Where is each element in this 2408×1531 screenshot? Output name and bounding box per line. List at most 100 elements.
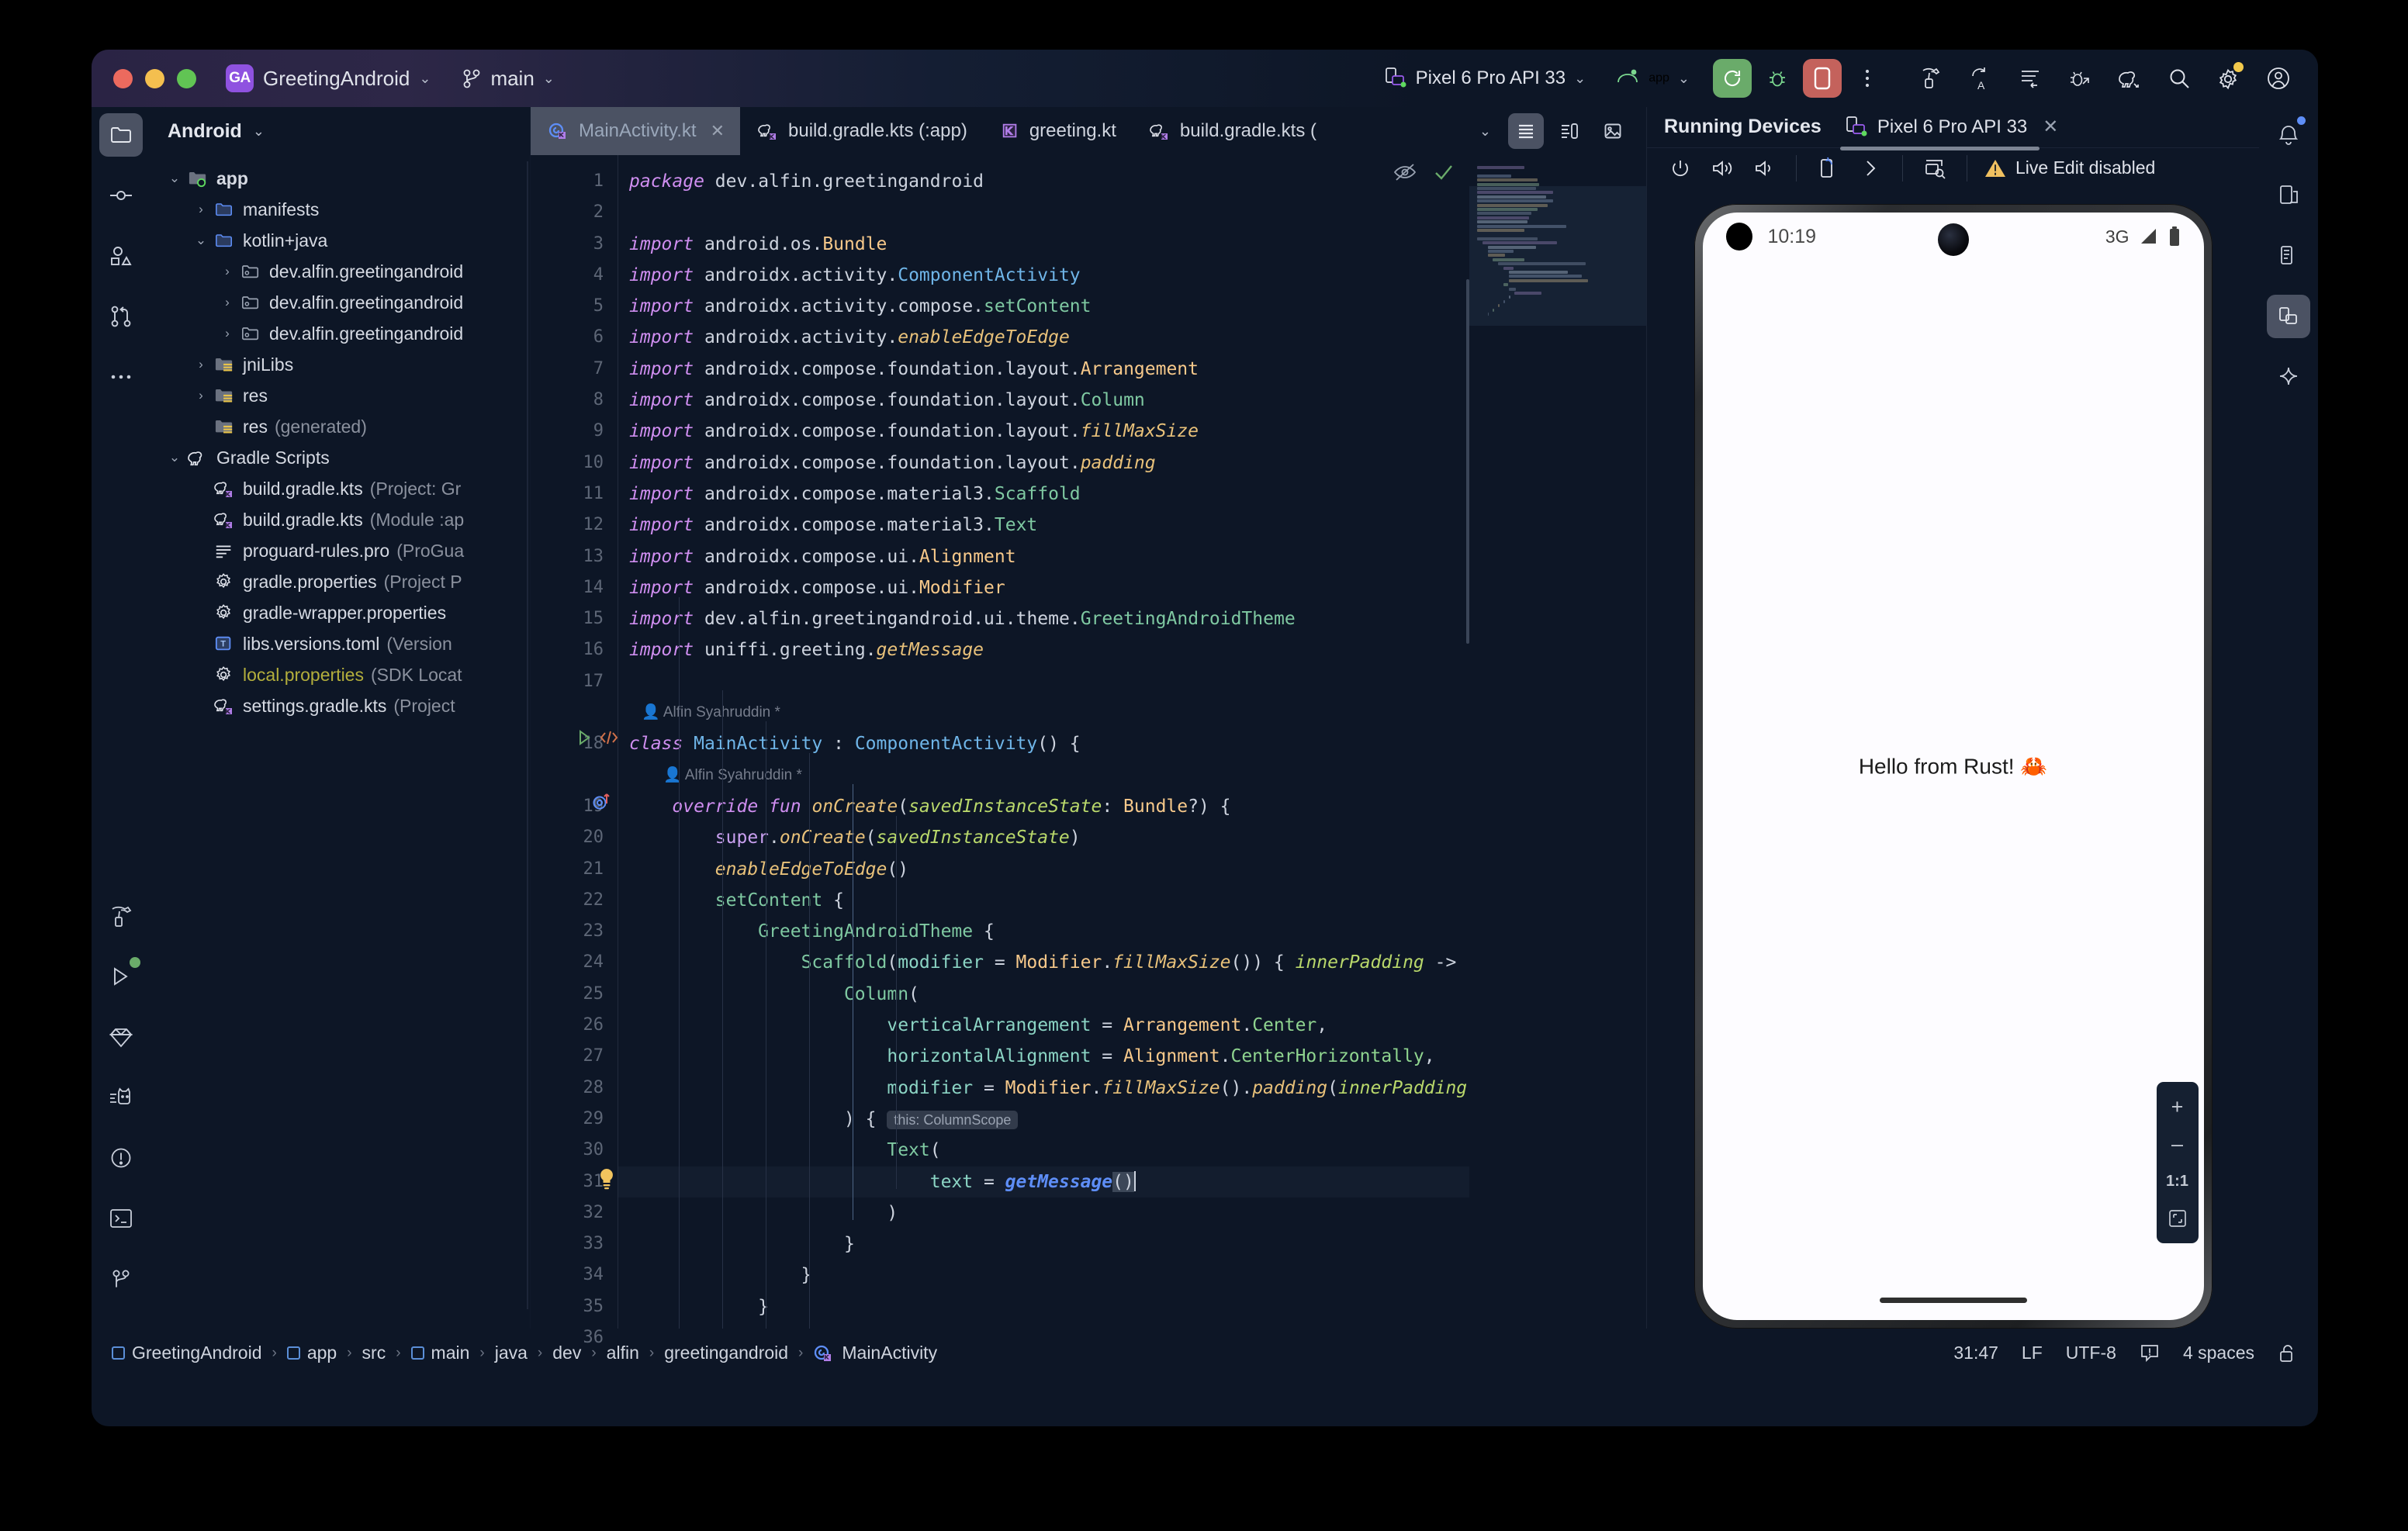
- chevron-right-icon[interactable]: [1851, 149, 1890, 188]
- sidebar-item-running-devices[interactable]: [2267, 295, 2310, 338]
- code-line[interactable]: verticalArrangement = Arrangement.Center…: [618, 1010, 1469, 1041]
- sidebar-item-terminal[interactable]: [99, 1197, 143, 1240]
- editor-scrollbar[interactable]: [1466, 279, 1469, 644]
- code-line[interactable]: }: [618, 1322, 1469, 1329]
- compose-preview-icon[interactable]: [599, 728, 619, 747]
- line-number[interactable]: 28: [531, 1073, 618, 1104]
- tree-node[interactable]: ⌄ app: [150, 163, 530, 194]
- chevron-right-icon[interactable]: ›: [191, 388, 211, 403]
- line-number[interactable]: 25: [531, 979, 618, 1010]
- code-line[interactable]: }: [618, 1260, 1469, 1291]
- code-line[interactable]: import androidx.activity.ComponentActivi…: [618, 260, 1469, 291]
- tree-node[interactable]: proguard-rules.pro (ProGua: [150, 535, 530, 566]
- line-number[interactable]: 13: [531, 541, 618, 572]
- intention-bulb-icon[interactable]: [597, 1168, 616, 1191]
- line-number[interactable]: 27: [531, 1041, 618, 1072]
- breadcrumb-item[interactable]: MainActivity: [813, 1343, 937, 1363]
- code-line[interactable]: ): [618, 1197, 1469, 1229]
- code-line[interactable]: GreetingAndroidTheme {: [618, 916, 1469, 947]
- sidebar-item-gemini[interactable]: [2267, 355, 2310, 399]
- sidebar-item-notifications[interactable]: [2267, 113, 2310, 157]
- tree-node[interactable]: res (generated): [150, 411, 530, 442]
- volume-up-icon[interactable]: [1703, 149, 1742, 188]
- line-number[interactable]: 2: [531, 197, 618, 228]
- line-number[interactable]: 16: [531, 634, 618, 665]
- line-number[interactable]: 31: [531, 1166, 618, 1197]
- code-line[interactable]: import androidx.compose.foundation.layou…: [618, 448, 1469, 479]
- tree-node[interactable]: Tlibs.versions.toml (Version: [150, 628, 530, 659]
- logcat-icon[interactable]: [2011, 59, 2050, 98]
- zoom-in-button[interactable]: +: [2157, 1088, 2199, 1125]
- project-tree-scrollbar[interactable]: [527, 161, 530, 1309]
- code-line[interactable]: import androidx.compose.foundation.layou…: [618, 416, 1469, 447]
- device-selector[interactable]: Pixel 6 Pro API 33 ⌄: [1384, 66, 1586, 91]
- code-line[interactable]: [618, 197, 1469, 228]
- code-line[interactable]: }: [618, 1291, 1469, 1322]
- line-number[interactable]: 26: [531, 1010, 618, 1041]
- sidebar-item-commit[interactable]: [99, 174, 143, 217]
- override-method-icon[interactable]: [591, 791, 611, 811]
- inspection-icon[interactable]: [2140, 1343, 2160, 1363]
- eye-off-icon[interactable]: [1393, 163, 1417, 181]
- code-lines[interactable]: package dev.alfin.greetingandroid import…: [618, 166, 1469, 1329]
- code-line[interactable]: override fun onCreate(savedInstanceState…: [618, 791, 1469, 822]
- project-selector[interactable]: GA GreetingAndroid ⌄: [226, 64, 431, 92]
- editor-tab[interactable]: greeting.kt: [983, 107, 1132, 155]
- breadcrumb-item[interactable]: src: [362, 1343, 386, 1363]
- line-number[interactable]: 35: [531, 1291, 618, 1322]
- live-edit-status[interactable]: Live Edit disabled: [1984, 157, 2155, 178]
- editor-tab[interactable]: build.gradle.kts (: [1132, 107, 1332, 155]
- sidebar-item-build[interactable]: [99, 894, 143, 938]
- code-line[interactable]: class MainActivity : ComponentActivity()…: [618, 728, 1469, 759]
- breadcrumb-item[interactable]: main: [410, 1343, 469, 1363]
- unlocked-icon[interactable]: [2278, 1343, 2298, 1364]
- code-author-annotation[interactable]: 👤 Alfin Syahruddin *: [618, 760, 1469, 791]
- sidebar-item-resource-manager[interactable]: [99, 234, 143, 278]
- sidebar-item-app-quality-insights[interactable]: [99, 1015, 143, 1059]
- tree-node[interactable]: › dev.alfin.greetingandroid: [150, 318, 530, 349]
- tree-node[interactable]: build.gradle.kts (Project: Gr: [150, 473, 530, 504]
- code-line[interactable]: ) { this: ColumnScope: [618, 1104, 1469, 1135]
- gradle-elephant-icon[interactable]: [2110, 59, 2149, 98]
- sidebar-item-run[interactable]: [99, 955, 143, 998]
- code-line[interactable]: text = getMessage(): [618, 1166, 1469, 1197]
- code-line[interactable]: import dev.alfin.greetingandroid.ui.them…: [618, 603, 1469, 634]
- emulator-screen[interactable]: 10:19 3G Hello from Rust! 🦀: [1702, 213, 2204, 1320]
- chevron-down-icon[interactable]: ⌄: [1479, 123, 1491, 140]
- line-number[interactable]: 33: [531, 1229, 618, 1260]
- screenshot-icon[interactable]: [1915, 149, 1954, 188]
- tree-node[interactable]: gradle-wrapper.properties: [150, 597, 530, 628]
- sidebar-item-more[interactable]: [99, 355, 143, 399]
- line-number[interactable]: 36: [531, 1322, 618, 1353]
- line-number[interactable]: 5: [531, 291, 618, 322]
- code-line[interactable]: horizontalAlignment = Alignment.CenterHo…: [618, 1041, 1469, 1072]
- tree-node[interactable]: ⌄ kotlin+java: [150, 225, 530, 256]
- tree-node[interactable]: › manifests: [150, 194, 530, 225]
- zoom-out-button[interactable]: –: [2157, 1125, 2199, 1163]
- line-number[interactable]: 24: [531, 947, 618, 978]
- code-line[interactable]: super.onCreate(savedInstanceState): [618, 822, 1469, 853]
- chevron-right-icon[interactable]: ›: [217, 326, 237, 341]
- line-number[interactable]: 15: [531, 603, 618, 634]
- breadcrumb-item[interactable]: app: [286, 1343, 337, 1363]
- code-line[interactable]: package dev.alfin.greetingandroid: [618, 166, 1469, 197]
- line-number[interactable]: 8: [531, 385, 618, 416]
- indent-setting[interactable]: 4 spaces: [2183, 1343, 2254, 1363]
- code-line[interactable]: import androidx.compose.material3.Scaffo…: [618, 479, 1469, 510]
- code-line[interactable]: import androidx.compose.ui.Alignment: [618, 541, 1469, 572]
- inspection-widget[interactable]: [1393, 163, 1454, 181]
- line-number[interactable]: 30: [531, 1135, 618, 1166]
- account-avatar-icon[interactable]: [2259, 59, 2298, 98]
- profiler-bug-icon[interactable]: [2060, 59, 2099, 98]
- zoom-actual-button[interactable]: 1:1: [2157, 1163, 2199, 1200]
- tree-node[interactable]: settings.gradle.kts (Project: [150, 690, 530, 721]
- code-line[interactable]: import androidx.compose.ui.Modifier: [618, 572, 1469, 603]
- close-icon[interactable]: ✕: [711, 121, 725, 141]
- editor-tab[interactable]: MainActivity.kt ✕: [531, 107, 741, 155]
- code-line[interactable]: }: [618, 1229, 1469, 1260]
- power-icon[interactable]: [1661, 149, 1700, 188]
- project-panel-header[interactable]: Android ⌄: [150, 107, 530, 155]
- line-number[interactable]: 17: [531, 666, 618, 697]
- code-line[interactable]: enableEdgeToEdge(): [618, 854, 1469, 885]
- chevron-down-icon[interactable]: ⌄: [164, 450, 185, 465]
